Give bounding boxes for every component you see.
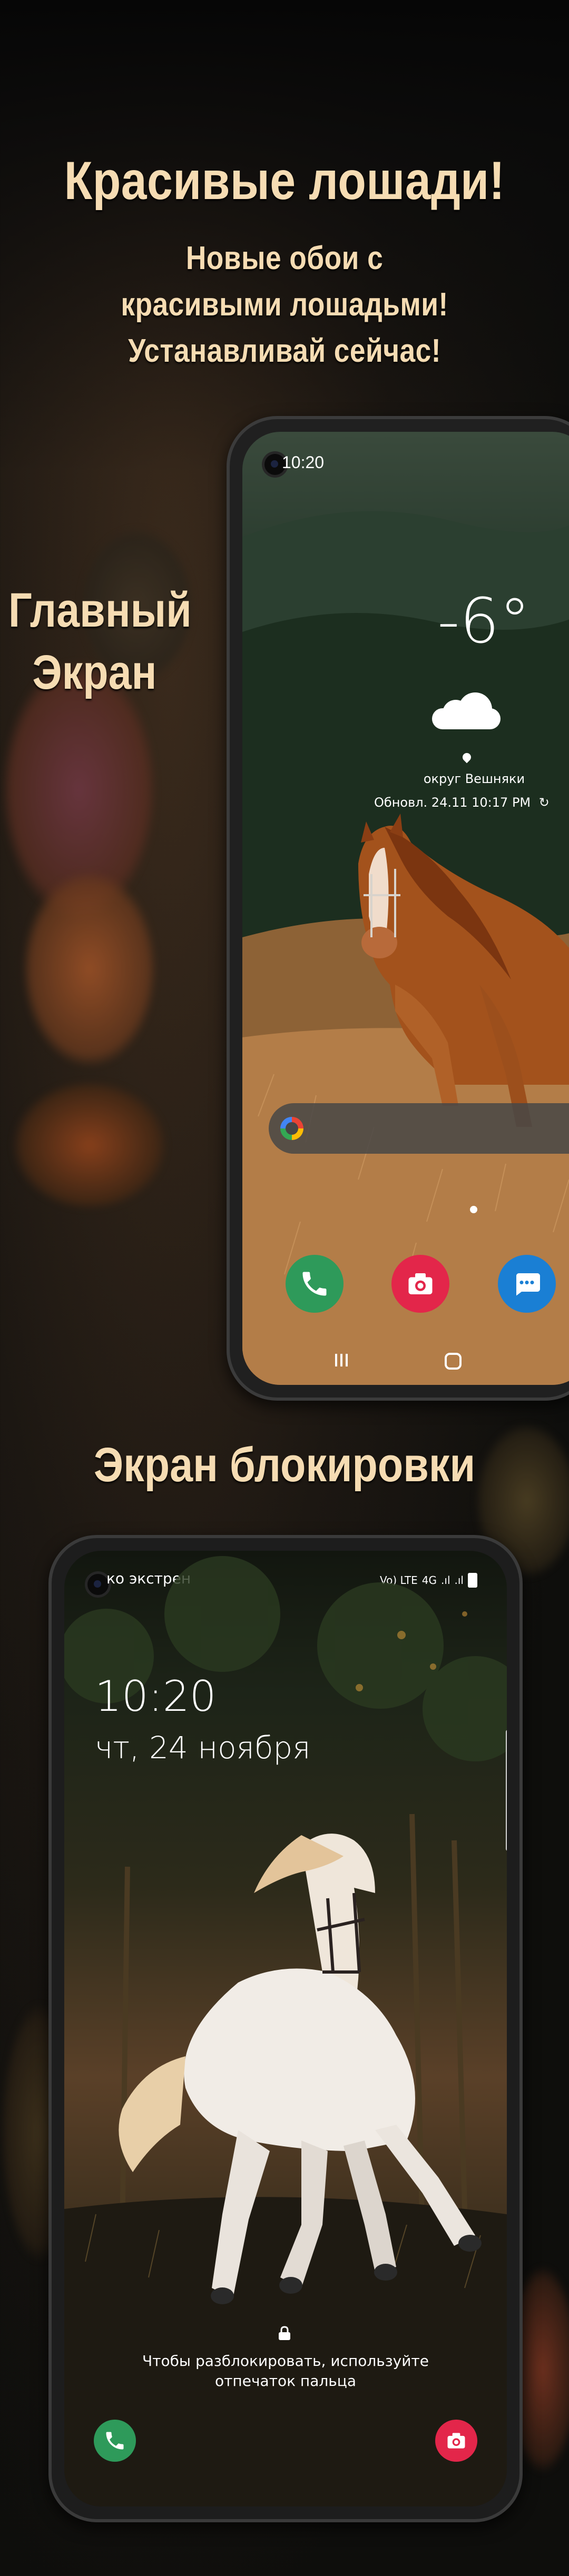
page-indicator [470,1206,477,1213]
lock-screen-label: Экран блокировки [93,1438,476,1492]
phone-app-icon[interactable] [286,1255,344,1313]
white-horse-image [119,1834,482,2304]
promo-subtitle-line-2: красивыми лошадьми! [121,286,448,323]
promo-title: Красивые лошади! [64,151,505,211]
unlock-hint-line-2: отпечаток пальца [214,2372,356,2390]
recent-apps-button[interactable] [332,1351,351,1372]
unlock-hint: Чтобы разблокировать, используйте отпеча… [64,2351,507,2391]
lock-camera-shortcut-icon[interactable] [435,2420,477,2462]
lock-icon [279,2326,290,2340]
promo-subtitle-line-3: Устанавливай сейчас! [128,333,441,369]
google-search-bar[interactable] [269,1103,569,1154]
weather-updated-text: Обновл. 24.11 10:17 PM [374,795,531,810]
lock-date: чт, 24 ноября [95,1730,311,1766]
refresh-icon[interactable]: ↻ [539,795,550,810]
weather-updated[interactable]: Обновл. 24.11 10:17 PM ↻ [374,795,550,810]
messages-app-icon[interactable] [498,1255,556,1313]
lock-phone-shortcut-icon[interactable] [94,2420,136,2462]
lock-clock: 10:20 [95,1672,217,1721]
promo-subtitle-line-1: Новые обои с [185,240,384,276]
home-screen-phone: 10:20 -6° округ Вешняки Обновл. 24.11 10… [227,416,569,1401]
camera-app-icon[interactable] [391,1255,449,1313]
brown-horse-image [358,814,569,1127]
home-button[interactable] [443,1351,464,1374]
cloud-icon [432,692,501,729]
weather-location[interactable]: округ Вешняки [400,771,548,786]
weather-temperature[interactable]: -6° [437,584,531,657]
home-screen: 10:20 -6° округ Вешняки Обновл. 24.11 10… [242,432,569,1385]
home-screen-label-line-1: Главный [8,583,192,637]
home-screen-label-line-2: Экран [32,646,157,699]
lock-screen-phone: ко экстрен Vo) LTE 4G .ıl .ıl 10:20 чт, … [48,1535,523,2522]
unlock-hint-line-1: Чтобы разблокировать, используйте [142,2352,429,2370]
google-logo-icon [280,1117,303,1140]
home-screen-label: Главный Экран [8,579,192,704]
edge-panel-handle[interactable] [506,1730,507,1851]
lock-screen: ко экстрен Vo) LTE 4G .ıl .ıl 10:20 чт, … [64,1551,507,2506]
